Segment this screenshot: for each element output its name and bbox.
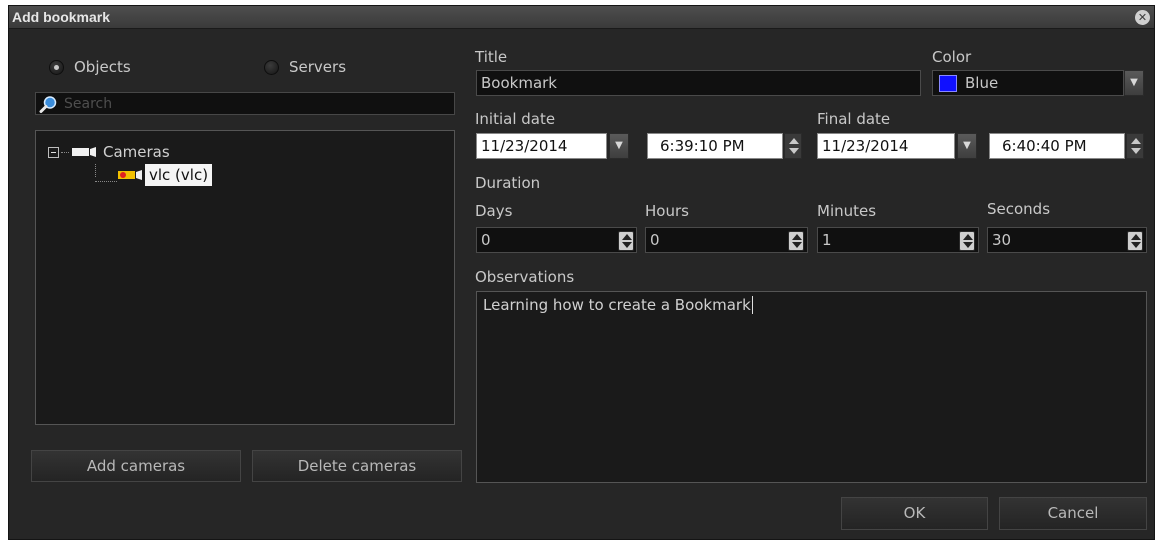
minutes-value: 1 [822, 231, 832, 249]
text-cursor [751, 296, 753, 314]
tree-connector [95, 169, 117, 182]
camera-group-icon [72, 147, 96, 157]
color-dropdown-arrow[interactable]: ▼ [1124, 70, 1144, 96]
color-select[interactable]: Blue [932, 70, 1124, 96]
radio-objects[interactable]: Objects [49, 58, 131, 76]
observations-label: Observations [475, 268, 575, 286]
dialog-title: Add bookmark [12, 9, 111, 25]
minutes-label: Minutes [817, 202, 877, 220]
radio-unchecked-icon [264, 59, 279, 75]
final-time-input[interactable]: 6:40:40 PM [989, 133, 1125, 159]
title-bar: Add bookmark ✕ [9, 6, 1154, 29]
add-cameras-button[interactable]: Add cameras [31, 450, 241, 482]
collapse-icon[interactable] [48, 146, 59, 158]
hours-label: Hours [645, 202, 689, 220]
radio-servers[interactable]: Servers [264, 58, 346, 76]
add-bookmark-dialog: Add bookmark ✕ Objects Servers Cameras [8, 5, 1155, 540]
initial-date-label: Initial date [475, 110, 556, 128]
initial-time-input[interactable]: 6:39:10 PM [647, 133, 783, 159]
color-select-value: Blue [965, 74, 999, 92]
seconds-label: Seconds [987, 200, 1051, 218]
search-input[interactable] [64, 93, 449, 114]
radio-objects-label: Objects [74, 58, 131, 76]
observations-text: Learning how to create a Bookmark [483, 296, 751, 314]
hours-spinner-icon[interactable] [788, 231, 804, 251]
tree-node-cameras-label: Cameras [103, 143, 170, 161]
days-value: 0 [481, 231, 491, 249]
search-box [35, 92, 455, 115]
title-label: Title [475, 48, 508, 66]
days-label: Days [475, 202, 513, 220]
radio-servers-label: Servers [289, 58, 347, 76]
hours-value: 0 [650, 231, 660, 249]
delete-cameras-button[interactable]: Delete cameras [252, 450, 462, 482]
initial-date-dropdown-arrow[interactable]: ▼ [609, 133, 629, 159]
final-time-spinner[interactable] [1126, 133, 1144, 159]
tree-node-vlc-label: vlc (vlc) [145, 164, 213, 186]
cancel-button[interactable]: Cancel [999, 497, 1147, 530]
tree-connector [61, 151, 69, 153]
close-icon[interactable]: ✕ [1135, 10, 1150, 25]
minutes-spinner-icon[interactable] [959, 231, 975, 251]
seconds-input[interactable]: 30 [987, 227, 1147, 253]
color-label: Color [932, 48, 972, 66]
days-input[interactable]: 0 [476, 227, 637, 253]
camera-icon [118, 170, 142, 180]
color-swatch [939, 75, 957, 92]
final-date-label: Final date [817, 110, 891, 128]
radio-checked-icon [49, 59, 64, 75]
observations-textarea[interactable]: Learning how to create a Bookmark [476, 291, 1147, 483]
final-date-input[interactable]: 11/23/2014 [817, 133, 955, 159]
final-date-dropdown-arrow[interactable]: ▼ [957, 133, 977, 159]
hours-input[interactable]: 0 [645, 227, 808, 253]
search-icon [39, 96, 57, 113]
days-spinner-icon[interactable] [618, 231, 634, 251]
tree-node-vlc[interactable]: vlc (vlc) [95, 164, 213, 186]
duration-label: Duration [475, 174, 541, 192]
initial-date-input[interactable]: 11/23/2014 [476, 133, 607, 159]
seconds-spinner-icon[interactable] [1127, 231, 1143, 251]
minutes-input[interactable]: 1 [817, 227, 979, 253]
seconds-value: 30 [992, 231, 1012, 249]
initial-time-spinner[interactable] [784, 133, 802, 159]
ok-button[interactable]: OK [841, 497, 988, 530]
title-input[interactable]: Bookmark [476, 70, 921, 96]
tree-node-cameras[interactable]: Cameras [48, 143, 170, 161]
camera-tree: Cameras vlc (vlc) [35, 130, 455, 425]
